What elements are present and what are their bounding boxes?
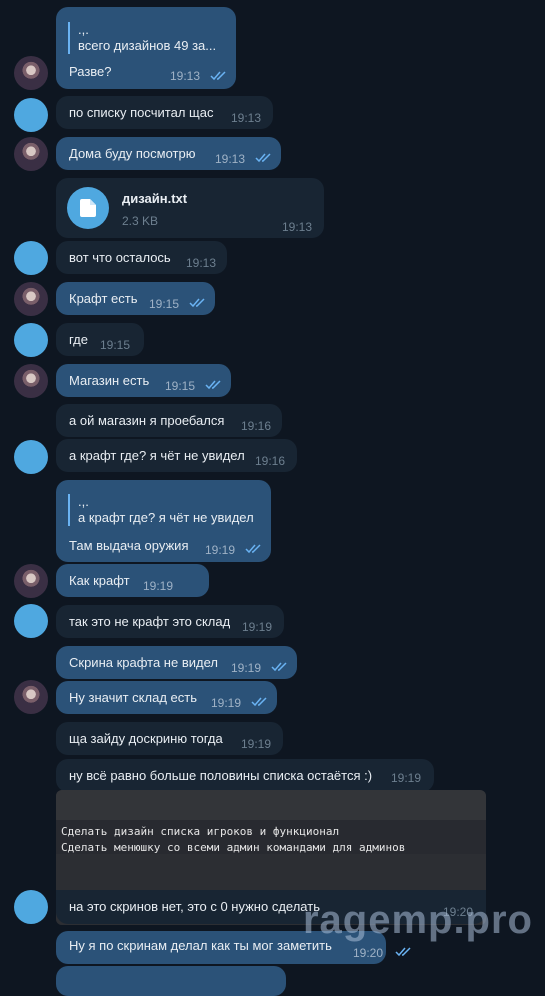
message-bubble[interactable]: а крафт где? я чёт не увидел 19:16 [56,439,297,472]
reply-text: всего дизайнов 49 за... [78,38,217,53]
message-time: 19:19 [211,696,242,710]
message-bubble[interactable]: Магазин есть 19:15 [56,364,231,397]
screenshot-line: Сделать менюшку со всеми админ командами… [61,841,406,854]
avatar[interactable] [14,440,48,474]
reply-text: а крафт где? я чёт не увидел [78,510,254,525]
screenshot-top-band [56,790,486,820]
avatar[interactable] [14,282,48,316]
file-size: 2.3 KB [122,214,159,228]
message-time: 19:13 [170,69,201,83]
reply-author: .,. [78,22,89,37]
message-text: Там выдача оружия [69,538,189,553]
message-time: 19:16 [255,454,286,468]
message-text: ну всё равно больше половины списка оста… [69,768,373,783]
message-time: 19:19 [143,579,174,593]
reply-author: .,. [78,494,89,509]
message-text: Скрина крафта не видел [69,655,218,670]
read-check-icon [255,153,271,163]
reply-quote[interactable]: .,. всего дизайнов 49 за... [68,22,216,54]
message-bubble[interactable]: вот что осталось 19:13 [56,241,227,274]
message-text: а ой магазин я проебался [69,413,225,428]
message-bubble[interactable]: где 19:15 [56,323,144,356]
message-bubble[interactable]: Ну значит склад есть 19:19 [56,681,277,714]
message-text: ща зайду доскриню тогда [69,731,223,746]
message-bubble[interactable]: Как крафт 19:19 [56,564,209,597]
message-bubble[interactable]: ну всё равно больше половины списка оста… [56,759,434,792]
message-time: 19:13 [282,220,313,234]
message-bubble[interactable]: ща зайду доскриню тогда 19:19 [56,722,283,755]
reply-quote[interactable]: .,. а крафт где? я чёт не увидел [68,494,254,526]
message-text: Дома буду посмотрю [69,146,196,161]
message-text: Крафт есть [69,291,138,306]
message-time: 19:19 [241,737,272,751]
message-time: 19:19 [391,771,422,785]
avatar[interactable] [14,564,48,598]
message-text: Ну я по скринам делал как ты мог заметит… [69,938,332,953]
message-time: 19:13 [215,152,246,166]
message-bubble[interactable]: а ой магазин я проебался 19:16 [56,404,282,437]
message-time: 19:13 [231,111,262,125]
avatar[interactable] [14,323,48,357]
read-check-icon [271,662,287,672]
message-time: 19:19 [242,620,273,634]
screenshot-line: Сделать дизайн списка игроков и функцион… [61,825,340,838]
avatar[interactable] [14,98,48,132]
message-bubble[interactable]: Скрина крафта не видел 19:19 [56,646,297,679]
message-bubble[interactable]: .,. а крафт где? я чёт не увидел Там выд… [56,480,271,562]
message-bubble-partial[interactable] [56,966,286,996]
message-time: 19:19 [205,543,236,557]
avatar[interactable] [14,890,48,924]
message-time: 19:15 [149,297,180,311]
avatar[interactable] [14,364,48,398]
message-time: 19:16 [241,419,272,433]
message-time: 19:15 [100,338,131,352]
message-time: 19:15 [165,379,196,393]
message-text: Ну значит склад есть [69,690,197,705]
message-time: 19:19 [231,661,262,675]
message-text: а крафт где? я чёт не увидел [69,448,245,463]
document-icon[interactable] [67,187,109,229]
message-text: Как крафт [69,573,130,588]
message-text: где [69,332,88,347]
message-text: Магазин есть [69,373,150,388]
file-name[interactable]: дизайн.txt [122,191,187,207]
message-bubble[interactable]: Крафт есть 19:15 [56,282,215,315]
avatar[interactable] [14,680,48,714]
message-bubble[interactable]: Дома буду посмотрю 19:13 [56,137,281,170]
message-text: Разве? [69,64,112,79]
avatar[interactable] [14,56,48,90]
message-text: так это не крафт это склад [69,614,231,629]
message-bubble[interactable]: по списку посчитал щас 19:13 [56,96,273,129]
read-check-icon [251,697,267,707]
message-bubble[interactable]: так это не крафт это склад 19:19 [56,605,284,638]
message-time: 19:13 [186,256,217,270]
avatar[interactable] [14,604,48,638]
message-time: 19:20 [353,946,384,960]
message-bubble[interactable]: .,. всего дизайнов 49 за... Разве? 19:13 [56,7,236,89]
read-check-icon [189,298,205,308]
avatar[interactable] [14,241,48,275]
read-check-icon [395,947,411,957]
message-text: по списку посчитал щас [69,105,214,120]
read-check-icon [245,544,261,554]
watermark: ragemp.pro [302,898,533,942]
read-check-icon [210,71,226,81]
file-message[interactable]: дизайн.txt 2.3 KB 19:13 [56,178,324,238]
message-text: вот что осталось [69,250,171,265]
read-check-icon [205,380,221,390]
avatar[interactable] [14,137,48,171]
message-text: на это скринов нет, это с 0 нужно сделат… [69,899,320,914]
